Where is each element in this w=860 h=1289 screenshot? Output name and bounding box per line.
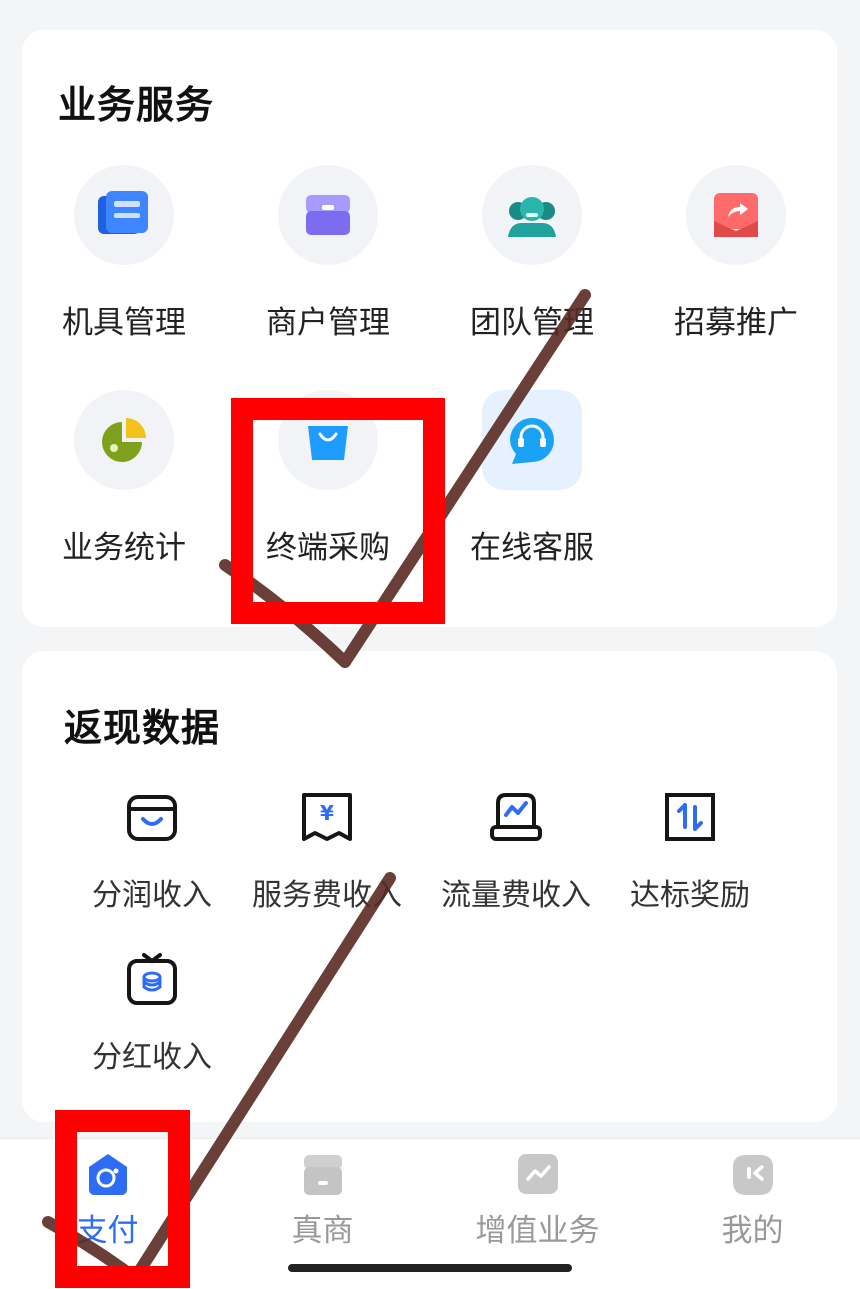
service-item-terminal-purchase[interactable]: 终端采购 (228, 390, 428, 590)
pie-chart-icon (74, 390, 174, 490)
service-label: 终端采购 (266, 530, 390, 566)
team-people-icon (482, 165, 582, 265)
cashback-item-service-fee[interactable]: ¥ 服务费收入 (232, 782, 422, 932)
service-label: 在线客服 (470, 530, 594, 566)
cashback-label: 分红收入 (92, 1040, 212, 1075)
service-item-merchant-management[interactable]: 商户管理 (228, 165, 428, 365)
service-label: 商户管理 (266, 305, 390, 341)
tab-value-added-services[interactable]: 增值业务 (430, 1151, 645, 1261)
tab-mine[interactable]: 我的 (645, 1151, 860, 1261)
business-services-card: 业务服务 机具管理 商户管理 团队管理 招募推广 业务统计 终端采购 在线客服 (22, 30, 837, 627)
cashback-item-traffic-fee[interactable]: 流量费收入 (421, 782, 611, 932)
share-envelope-icon (686, 165, 786, 265)
yen-receipt-icon: ¥ (292, 782, 362, 852)
store-icon (300, 1151, 346, 1197)
tab-label: 真商 (291, 1213, 354, 1249)
tab-real-merchant[interactable]: 真商 (215, 1151, 430, 1261)
payment-home-icon (85, 1151, 131, 1197)
service-item-team-management[interactable]: 团队管理 (432, 165, 632, 365)
cashback-item-target-reward[interactable]: 达标奖励 (595, 782, 785, 932)
service-item-device-management[interactable]: 机具管理 (24, 165, 224, 365)
merchant-box-icon (278, 165, 378, 265)
exchange-arrows-icon (655, 782, 725, 852)
service-item-recruit-promotion[interactable]: 招募推广 (636, 165, 836, 365)
cashback-item-profit-share[interactable]: 分润收入 (57, 782, 247, 932)
device-card-icon (74, 165, 174, 265)
service-label: 业务统计 (62, 530, 186, 566)
service-item-business-statistics[interactable]: 业务统计 (24, 390, 224, 590)
shopping-bag-icon (278, 390, 378, 490)
service-label: 机具管理 (62, 305, 186, 341)
cashback-data-card: 返现数据 分润收入 ¥ 服务费收入 流量费收入 达标奖励 分红收入 (22, 651, 837, 1122)
headset-chat-icon (482, 390, 582, 490)
tab-label: 增值业务 (475, 1213, 600, 1249)
svg-text:¥: ¥ (320, 801, 334, 825)
traffic-device-icon (481, 782, 551, 852)
service-item-online-customer-service[interactable]: 在线客服 (432, 390, 632, 590)
trend-chart-icon (515, 1151, 561, 1197)
tab-payment[interactable]: 支付 (0, 1151, 215, 1261)
coin-box-icon (117, 944, 187, 1014)
tab-label: 我的 (721, 1213, 784, 1249)
tab-label: 支付 (76, 1213, 139, 1249)
cashback-label: 达标奖励 (630, 878, 750, 913)
service-label: 团队管理 (470, 305, 594, 341)
cashback-item-dividend[interactable]: 分红收入 (57, 944, 247, 1094)
business-services-title: 业务服务 (58, 83, 215, 127)
basket-icon (117, 782, 187, 852)
cashback-data-title: 返现数据 (64, 706, 221, 750)
cashback-label: 服务费收入 (252, 878, 402, 913)
home-indicator (288, 1264, 572, 1272)
profile-face-icon (730, 1151, 776, 1197)
service-label: 招募推广 (674, 305, 798, 341)
